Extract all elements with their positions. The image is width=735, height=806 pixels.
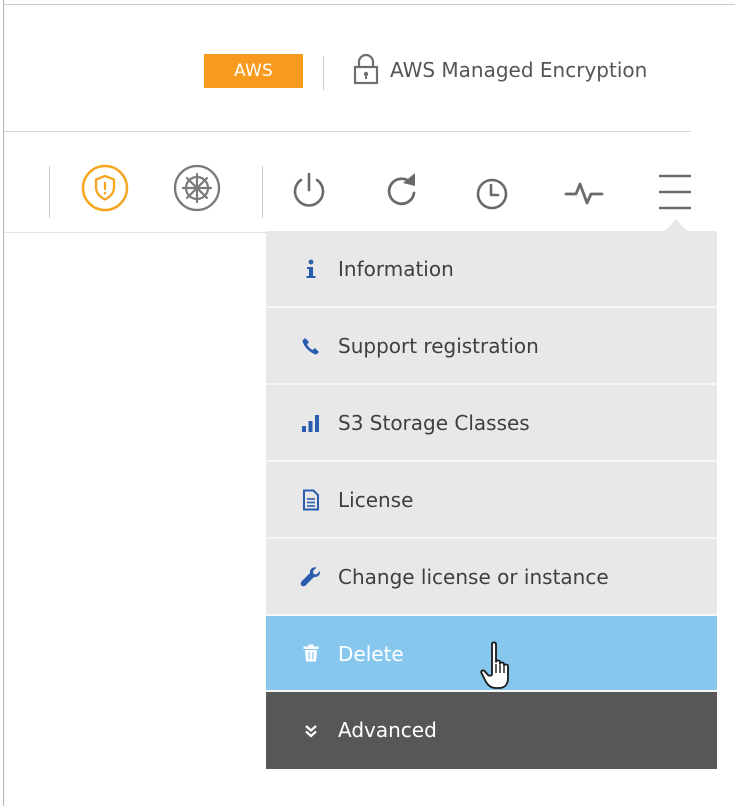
refresh-icon[interactable]: [382, 170, 422, 210]
aws-provider-badge: AWS: [204, 54, 303, 88]
toolbar-divider-left: [49, 166, 50, 218]
toolbar-divider-right: [262, 166, 263, 218]
kubernetes-wheel-icon[interactable]: [172, 163, 222, 213]
encryption-label: AWS Managed Encryption: [390, 58, 648, 82]
hamburger-menu-icon[interactable]: [655, 170, 695, 214]
header-divider: [323, 56, 324, 90]
frame-border-top: [3, 4, 735, 5]
header-separator: [4, 131, 691, 132]
frame-border-left: [3, 0, 4, 806]
toolbar-separator: [4, 232, 266, 233]
menu-item-license[interactable]: License: [266, 462, 717, 539]
menu-item-advanced[interactable]: Advanced: [266, 692, 717, 769]
menu-item-label: Change license or instance: [338, 565, 609, 589]
trash-icon: [296, 616, 326, 690]
lock-icon: [353, 53, 379, 85]
menu-item-label: Support registration: [338, 334, 539, 358]
wrench-icon: [296, 539, 326, 614]
hand-pointer-cursor-icon: [480, 641, 509, 689]
document-icon: [296, 462, 326, 537]
menu-item-information[interactable]: Information: [266, 231, 717, 308]
menu-item-label: Advanced: [338, 718, 437, 742]
menu-item-s3-storage-classes[interactable]: S3 Storage Classes: [266, 385, 717, 462]
menu-item-label: Information: [338, 257, 454, 281]
menu-item-label: S3 Storage Classes: [338, 411, 530, 435]
double-chevron-down-icon: [296, 692, 326, 769]
power-icon[interactable]: [290, 170, 328, 210]
clock-icon[interactable]: [472, 174, 512, 214]
activity-pulse-icon[interactable]: [564, 176, 604, 210]
info-icon: [296, 231, 326, 306]
bar-chart-icon: [296, 385, 326, 460]
menu-item-label: License: [338, 488, 414, 512]
shield-alert-icon[interactable]: [80, 163, 130, 213]
menu-item-support-registration[interactable]: Support registration: [266, 308, 717, 385]
phone-icon: [296, 308, 326, 383]
menu-item-change-license-or-instance[interactable]: Change license or instance: [266, 539, 717, 616]
menu-item-label: Delete: [338, 642, 404, 666]
